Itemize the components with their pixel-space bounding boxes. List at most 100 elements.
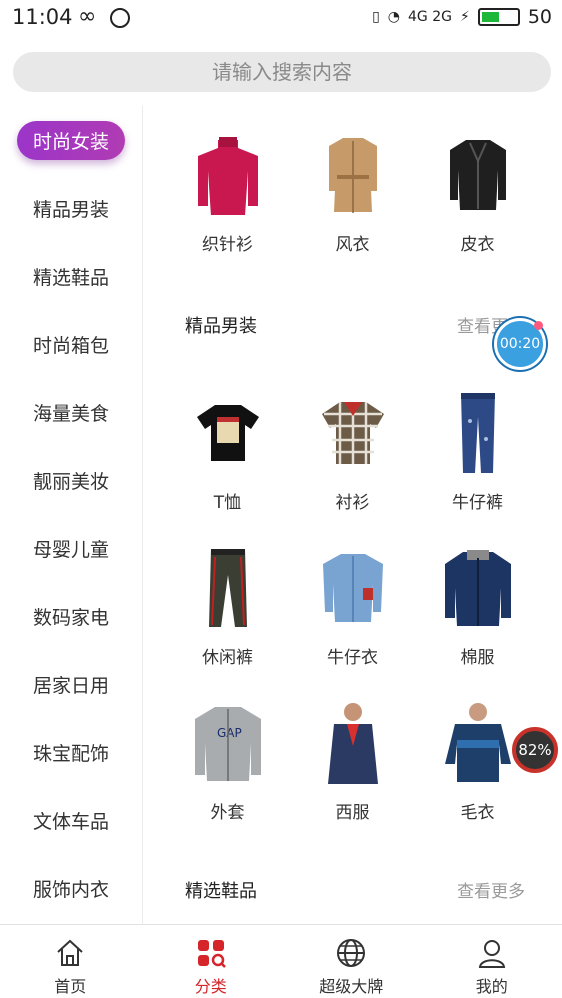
pants-icon	[183, 543, 273, 633]
product-item[interactable]: 棉服	[415, 543, 540, 698]
tab-label: 首页	[54, 973, 86, 997]
product-label: 休闲裤	[202, 643, 253, 668]
product-label: 牛仔衣	[327, 643, 378, 668]
suit-icon	[308, 698, 398, 788]
tab-brands[interactable]: 超级大牌	[281, 925, 422, 998]
denim-jacket-icon	[308, 543, 398, 633]
wifi-icon: ◔	[388, 9, 400, 25]
category-content: 织针衫 风衣 皮衣 精品男装 查看更多 T恤	[143, 106, 562, 924]
sidebar-item-food[interactable]: 海量美食	[0, 378, 142, 446]
section-title: 精品男装	[185, 312, 257, 338]
product-item[interactable]: 毛衣	[415, 698, 540, 853]
svg-text:GAP: GAP	[217, 726, 242, 740]
shoes-section-header: 精选鞋品 查看更多	[185, 877, 525, 907]
sidebar-item-label: 居家日用	[33, 671, 109, 698]
product-item[interactable]: 西服	[290, 698, 415, 853]
women-product-grid: 织针衫 风衣 皮衣	[165, 130, 541, 285]
search-input[interactable]: 请输入搜索内容	[13, 52, 551, 92]
battery-level	[482, 12, 499, 22]
product-label: T恤	[214, 488, 241, 513]
sidebar-item-label: 母婴儿童	[33, 535, 109, 562]
product-label: 外套	[211, 798, 245, 823]
floating-percent-button[interactable]: 82%	[512, 727, 558, 773]
product-item[interactable]: T恤	[165, 388, 290, 543]
search-bar-container: 请输入搜索内容	[0, 36, 562, 106]
tab-label: 我的	[476, 973, 508, 997]
tab-label: 超级大牌	[319, 973, 383, 997]
battery-percent: 50	[528, 6, 552, 28]
product-label: 风衣	[336, 230, 370, 255]
product-label: 皮衣	[461, 230, 495, 255]
charging-icon: ⚡	[460, 9, 470, 25]
sidebar-item-women[interactable]: 时尚女装	[0, 106, 142, 174]
product-item[interactable]: GAP 外套	[165, 698, 290, 853]
product-item[interactable]: 牛仔衣	[290, 543, 415, 698]
sidebar-item-jewelry[interactable]: 珠宝配饰	[0, 718, 142, 786]
section-title: 精选鞋品	[185, 877, 257, 903]
status-time: 11:04	[12, 5, 73, 29]
sidebar-item-label: 珠宝配饰	[33, 739, 109, 766]
signal-label: 4G 2G	[408, 9, 452, 25]
sidebar-item-label: 靓丽美妆	[33, 467, 109, 494]
jacket-icon: GAP	[183, 698, 273, 788]
knit-sweater-icon	[183, 130, 273, 220]
sidebar-item-beauty[interactable]: 靓丽美妆	[0, 446, 142, 514]
sidebar-item-digital[interactable]: 数码家电	[0, 582, 142, 650]
product-item[interactable]: 风衣	[290, 130, 415, 285]
men-product-grid: T恤 衬衫 牛仔裤 休闲裤 牛仔衣	[165, 388, 541, 853]
product-item[interactable]: 牛仔裤	[415, 388, 540, 543]
infinity-icon: ∞	[78, 4, 96, 29]
product-label: 棉服	[461, 643, 495, 668]
sidebar-item-label: 海量美食	[33, 399, 109, 426]
product-label: 毛衣	[461, 798, 495, 823]
floating-timer-button[interactable]: 00:20	[494, 318, 546, 370]
tab-category[interactable]: 分类	[141, 925, 282, 998]
sidebar-item-label: 服饰内衣	[33, 875, 109, 902]
sidebar-item-label: 数码家电	[33, 603, 109, 630]
home-icon	[54, 937, 86, 969]
sidebar-item-label: 文体车品	[33, 807, 109, 834]
bottom-tab-bar: 首页 分类 超级大牌 我的	[0, 924, 562, 998]
leather-jacket-icon	[433, 130, 523, 220]
category-sidebar: 时尚女装 精品男装 精选鞋品 时尚箱包 海量美食 靓丽美妆 母婴儿童 数码家电 …	[0, 106, 143, 924]
sidebar-item-underwear[interactable]: 服饰内衣	[0, 854, 142, 922]
tshirt-icon	[183, 388, 273, 478]
product-item[interactable]: 休闲裤	[165, 543, 290, 698]
sidebar-item-bags[interactable]: 时尚箱包	[0, 310, 142, 378]
status-bar: 11:04 ∞ ▯ ◔ 4G 2G ⚡ 50	[0, 0, 562, 36]
view-more-link[interactable]: 查看更多	[457, 877, 525, 902]
product-item[interactable]: 皮衣	[415, 130, 540, 285]
sidebar-item-label: 精品男装	[33, 195, 109, 222]
shirt-icon	[308, 388, 398, 478]
sidebar-item-label: 时尚箱包	[33, 331, 109, 358]
globe-icon	[335, 937, 367, 969]
sweater-icon	[433, 698, 523, 788]
sidebar-item-sports[interactable]: 文体车品	[0, 786, 142, 854]
sidebar-item-baby[interactable]: 母婴儿童	[0, 514, 142, 582]
vibrate-icon: ▯	[372, 9, 380, 25]
product-label: 衬衫	[336, 488, 370, 513]
sidebar-item-label: 精选鞋品	[33, 263, 109, 290]
men-section-header: 精品男装 查看更多	[185, 312, 525, 342]
product-item[interactable]: 织针衫	[165, 130, 290, 285]
check-circle-icon	[110, 8, 130, 28]
product-label: 织针衫	[202, 230, 253, 255]
trench-coat-icon	[308, 130, 398, 220]
sidebar-item-men[interactable]: 精品男装	[0, 174, 142, 242]
tab-label: 分类	[195, 973, 227, 997]
sidebar-item-label: 时尚女装	[17, 121, 125, 160]
product-label: 西服	[336, 798, 370, 823]
sidebar-item-home[interactable]: 居家日用	[0, 650, 142, 718]
product-item[interactable]: 衬衫	[290, 388, 415, 543]
timer-text: 00:20	[500, 336, 540, 352]
tab-home[interactable]: 首页	[0, 925, 141, 998]
battery-icon	[478, 8, 520, 26]
padded-jacket-icon	[433, 543, 523, 633]
tab-mine[interactable]: 我的	[422, 925, 562, 998]
sidebar-item-shoes[interactable]: 精选鞋品	[0, 242, 142, 310]
percent-text: 82%	[518, 741, 551, 759]
product-label: 牛仔裤	[452, 488, 503, 513]
jeans-icon	[433, 388, 523, 478]
status-right: ▯ ◔ 4G 2G ⚡ 50	[372, 6, 552, 28]
notification-dot	[534, 321, 543, 330]
